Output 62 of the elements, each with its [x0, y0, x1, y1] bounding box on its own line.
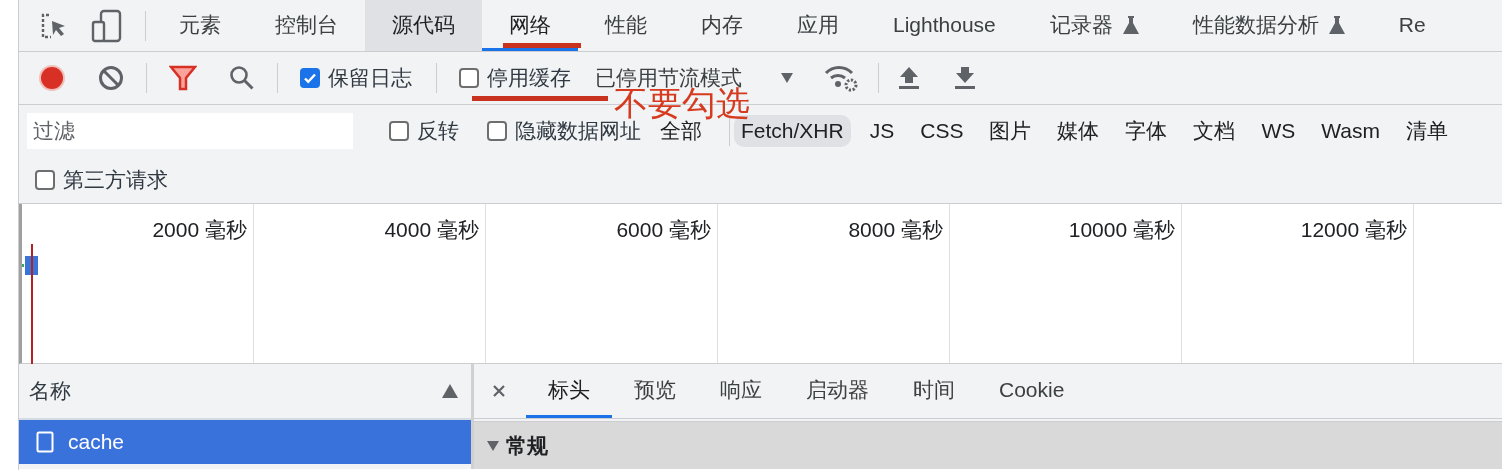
flask-icon [1328, 15, 1345, 35]
panel-tab[interactable]: 源代码 [365, 0, 482, 51]
type-filter-button[interactable]: WS [1254, 115, 1303, 147]
detail-tab[interactable]: 标头 [526, 364, 612, 418]
panel-tab[interactable]: 控制台 [248, 0, 365, 51]
checkbox[interactable] [35, 170, 55, 190]
clear-icon[interactable] [98, 65, 124, 91]
panel-tab[interactable]: Lighthouse [866, 0, 1023, 51]
request-name: cache [68, 430, 125, 454]
detail-tab[interactable]: 响应 [698, 364, 784, 418]
checkbox-label: 反转 [417, 118, 459, 144]
checkbox-label: 隐藏数据网址 [515, 119, 641, 144]
section-title[interactable]: 常规 [506, 431, 548, 460]
checkbox[interactable] [389, 121, 409, 141]
type-filter-button[interactable]: 清单 [1398, 113, 1455, 149]
checkbox-label: 停用缓存 [487, 65, 571, 91]
dropdown-caret-icon[interactable] [780, 72, 794, 84]
sort-ascending-icon[interactable] [441, 383, 459, 399]
panel-tab[interactable]: 性能 [578, 0, 674, 51]
request-row[interactable]: cache [19, 420, 471, 464]
expand-triangle-icon[interactable] [486, 439, 500, 452]
panel-tab[interactable]: 元素 [152, 0, 248, 51]
checkbox[interactable] [300, 68, 320, 88]
detail-tab[interactable]: 时间 [891, 364, 977, 418]
panel-tab[interactable]: 性能数据分析 [1165, 0, 1372, 51]
file-icon [36, 431, 54, 453]
filter-icon[interactable] [169, 65, 197, 91]
type-filter-button[interactable]: Wasm [1314, 115, 1387, 147]
type-filter-button[interactable]: CSS [913, 115, 971, 147]
upload-icon[interactable] [897, 65, 921, 91]
type-filter-button[interactable]: 字体 [1118, 113, 1175, 149]
detail-tab[interactable]: Cookie [977, 364, 1087, 418]
record-button[interactable] [38, 64, 66, 92]
check-icon [303, 71, 317, 85]
panel-tab[interactable]: 记录器 [1022, 0, 1166, 51]
time-label: 10000 毫秒 [1068, 217, 1175, 243]
close-icon[interactable] [492, 384, 506, 398]
checkbox-label: 第三方请求 [63, 167, 168, 193]
time-label: 2000 毫秒 [152, 217, 247, 243]
time-label: 4000 毫秒 [384, 217, 479, 243]
detail-tab[interactable]: 启动器 [784, 364, 891, 418]
checkbox-label: 保留日志 [328, 65, 412, 91]
device-toggle-icon[interactable] [91, 8, 123, 43]
type-filter-button[interactable]: JS [862, 115, 902, 147]
download-icon[interactable] [953, 65, 977, 91]
column-header: 名称 [29, 378, 71, 404]
type-filter-button[interactable]: 文档 [1186, 113, 1243, 149]
time-label: 6000 毫秒 [616, 217, 711, 243]
time-label: 8000 毫秒 [848, 217, 943, 243]
panel-tab[interactable]: 应用 [770, 0, 866, 51]
type-filter-button[interactable]: 图片 [982, 113, 1039, 149]
flask-icon [1122, 15, 1139, 35]
checkbox[interactable] [459, 68, 479, 88]
filter-field[interactable]: 过滤 [27, 113, 353, 149]
panel-tab[interactable]: 内存 [674, 0, 770, 51]
checkbox[interactable] [487, 121, 507, 141]
type-filter-button[interactable]: 媒体 [1050, 113, 1107, 149]
time-label: 12000 毫秒 [1300, 217, 1407, 243]
detail-tab[interactable]: 预览 [612, 364, 698, 418]
panel-tab[interactable]: Re [1371, 0, 1453, 51]
network-settings-icon[interactable] [824, 64, 858, 92]
search-icon[interactable] [229, 65, 255, 91]
